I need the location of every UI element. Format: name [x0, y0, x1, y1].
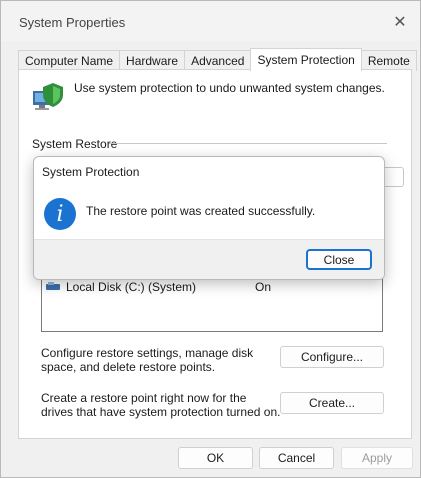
system-protection-dialog: System Protection i The restore point wa…	[33, 156, 385, 280]
drive-icon	[46, 282, 62, 292]
window-title: System Properties	[19, 15, 126, 30]
create-description: Create a restore point right now for the…	[41, 391, 281, 419]
tab-system-protection[interactable]: System Protection	[250, 48, 362, 71]
system-properties-window: System Properties ✕ Computer Name Hardwa…	[0, 0, 421, 478]
drive-protection-status: On	[255, 280, 272, 294]
dialog-message: The restore point was created successful…	[86, 204, 316, 218]
dialog-title: System Protection	[42, 165, 140, 179]
configure-description: Configure restore settings, manage disk …	[41, 346, 254, 374]
title-bar: System Properties ✕	[1, 1, 420, 41]
drive-row[interactable]: Local Disk (C:) (System) On	[46, 279, 376, 295]
create-button[interactable]: Create...	[280, 392, 384, 414]
tab-hardware[interactable]: Hardware	[119, 50, 186, 71]
info-icon: i	[44, 198, 76, 230]
tab-bar: Computer Name Hardware Advanced System P…	[18, 48, 417, 71]
system-protection-icon	[33, 83, 63, 110]
dialog-close-button[interactable]: Close	[306, 249, 372, 270]
tab-remote[interactable]: Remote	[360, 50, 417, 71]
system-restore-label: System Restore	[32, 137, 118, 151]
configure-button[interactable]: Configure...	[280, 346, 384, 368]
cancel-button[interactable]: Cancel	[259, 447, 334, 469]
protection-description: Use system protection to undo unwanted s…	[74, 81, 385, 95]
ok-button[interactable]: OK	[178, 447, 253, 469]
group-divider	[109, 143, 387, 144]
tab-computer-name[interactable]: Computer Name	[18, 50, 121, 71]
tab-advanced[interactable]: Advanced	[184, 50, 252, 71]
apply-button[interactable]: Apply	[341, 447, 413, 469]
drive-name: Local Disk (C:) (System)	[66, 280, 197, 294]
close-icon[interactable]: ✕	[388, 10, 412, 34]
